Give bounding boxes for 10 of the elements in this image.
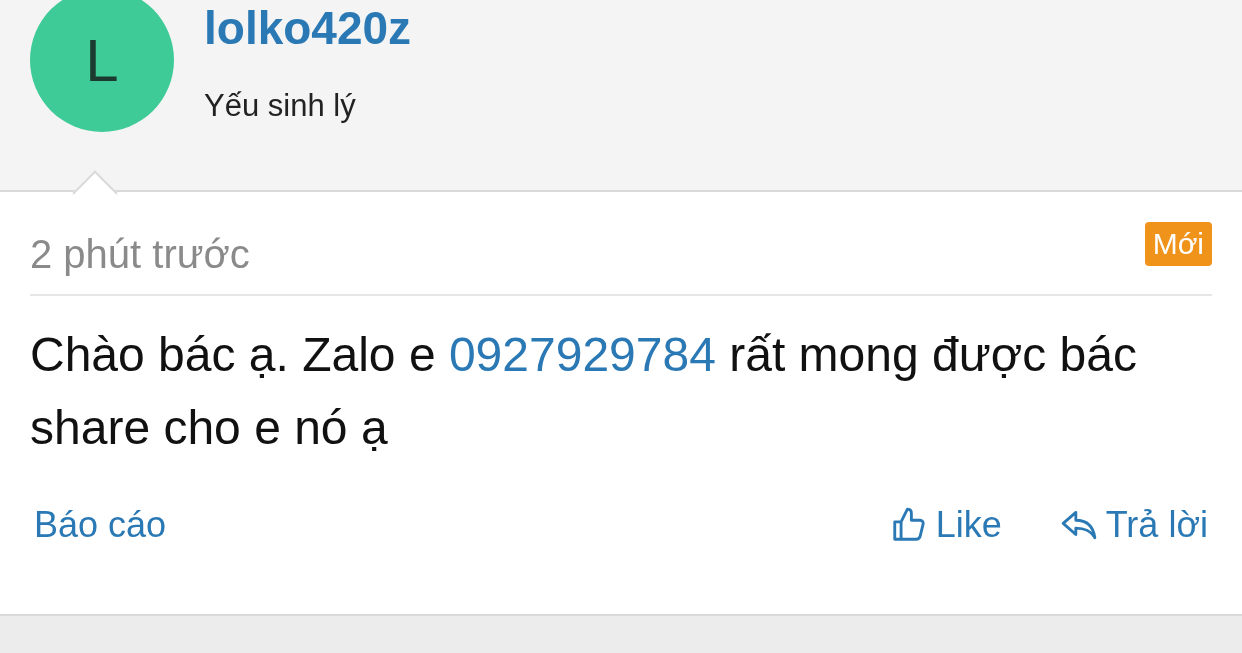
phone-link[interactable]: 0927929784: [448, 328, 716, 381]
avatar: L: [30, 0, 174, 132]
username[interactable]: lolko420z: [204, 0, 412, 56]
user-title: Yếu sinh lý: [204, 88, 357, 124]
new-badge: Mới: [1144, 222, 1212, 266]
report-link[interactable]: Báo cáo: [30, 504, 171, 546]
timestamp: 2 phút trước: [30, 232, 250, 277]
comment-text: Chào bác ạ. Zalo e 0927929784 rất mong được bác share cho e nó ạ: [30, 327, 1138, 456]
like-button[interactable]: Like: [885, 504, 1006, 546]
reply-button[interactable]: Trả lời: [1055, 504, 1212, 546]
